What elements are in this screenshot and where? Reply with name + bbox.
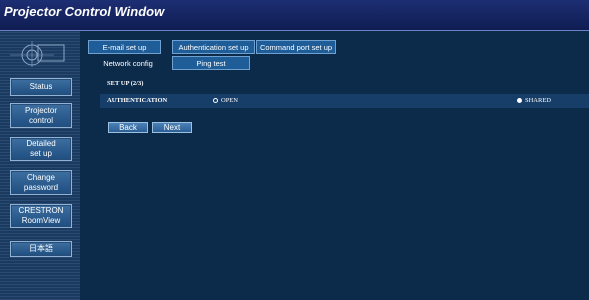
sidebar-item-projector-control[interactable]: Projector control [10,103,72,128]
tab-authentication-set-up[interactable]: Authentication set up [172,40,255,54]
radio-label: OPEN [221,97,238,104]
section-title: SET UP (2/3) [100,78,589,89]
radio-label: SHARED [525,97,552,104]
tab-label: Authentication set up [178,42,249,52]
tab-network-config[interactable]: Network config [88,56,168,70]
tab-email-set-up[interactable]: E-mail set up [88,40,161,54]
tab-label: Network config [103,58,153,68]
tab-ping-test[interactable]: Ping test [172,56,250,70]
sidebar-item-label: Change password [23,172,59,192]
authentication-label: AUTHENTICATION [107,97,168,104]
radio-shared[interactable]: SHARED [517,97,551,104]
back-button[interactable]: Back [108,122,148,133]
window-title: Projector Control Window [4,4,165,19]
tab-label: Command port set up [259,42,333,52]
tab-command-port-set-up[interactable]: Command port set up [256,40,336,54]
radio-open[interactable]: OPEN [213,97,238,104]
sidebar-item-change-password[interactable]: Change password [10,170,72,195]
sidebar-item-status[interactable]: Status [10,78,72,96]
next-button[interactable]: Next [152,122,192,133]
button-label: Back [119,123,137,132]
sidebar-item-detailed-set-up[interactable]: Detailed set up [10,137,72,161]
projector-logo-icon [10,41,65,67]
radio-unchecked-icon [213,98,218,103]
sidebar: Status Projector control Detailed set up… [0,31,80,300]
tab-label: E-mail set up [102,42,147,52]
sidebar-item-label: CRESTRON RoomView [18,206,64,225]
sidebar-item-label: 日本語 [29,244,53,253]
sidebar-item-label: Projector control [24,105,57,125]
sidebar-item-japanese[interactable]: 日本語 [10,241,72,257]
sidebar-item-label: Status [29,82,53,91]
tab-label: Ping test [196,58,226,68]
main-panel: E-mail set up Authentication set up Comm… [80,31,589,300]
title-bar: Projector Control Window [0,0,589,31]
sidebar-item-label: Detailed set up [26,139,56,158]
radio-checked-icon [517,98,522,103]
authentication-row: AUTHENTICATION OPEN SHARED [100,94,589,108]
sidebar-item-crestron-roomview[interactable]: CRESTRON RoomView [10,204,72,228]
button-label: Next [163,123,181,132]
